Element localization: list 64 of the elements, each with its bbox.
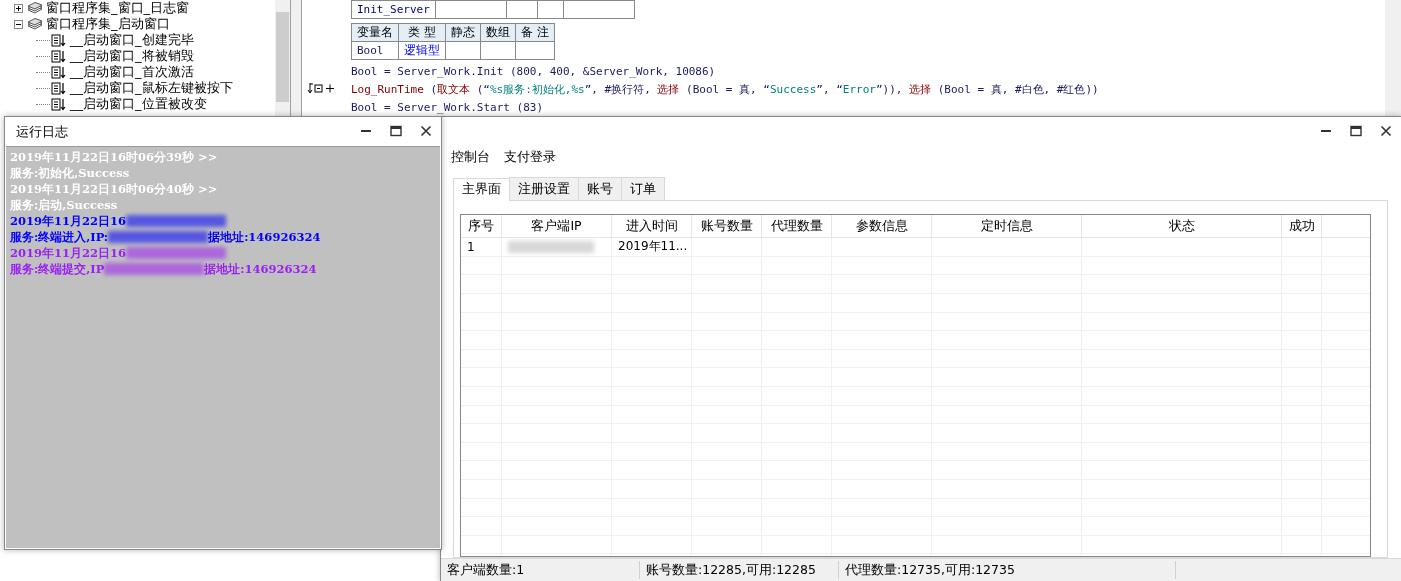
column-header: 静态 bbox=[445, 23, 481, 42]
column-header[interactable]: 账号数量 bbox=[700, 217, 753, 235]
tree-item[interactable]: 窗口程序集_窗口_日志窗 bbox=[46, 0, 189, 17]
document-arrow-icon bbox=[51, 81, 67, 95]
column-header[interactable]: 定时信息 bbox=[980, 217, 1033, 235]
document-arrow-icon bbox=[51, 65, 67, 79]
variable-name: Bool bbox=[351, 41, 399, 60]
tab[interactable]: 账号 bbox=[578, 177, 622, 201]
status-text: 账号数量:12285,可用:12285 bbox=[640, 561, 839, 580]
status-text: 代理数量:12735,可用:12735 bbox=[839, 561, 1176, 580]
scrollbar[interactable] bbox=[1385, 0, 1401, 116]
tab[interactable]: 注册设置 bbox=[509, 177, 579, 201]
tree-item[interactable]: __启动窗口_将被销毁 bbox=[70, 47, 194, 65]
column-header: 数组 bbox=[480, 23, 516, 42]
status-text: 客户端数量:1 bbox=[441, 561, 640, 580]
column-header[interactable]: 参数信息 bbox=[855, 217, 908, 235]
maximize-icon[interactable] bbox=[390, 124, 402, 137]
column-header[interactable]: 进入时间 bbox=[625, 217, 678, 235]
log-text: 2019年11月22日16 bbox=[10, 245, 127, 261]
tree-item[interactable]: __启动窗口_创建完毕 bbox=[70, 31, 194, 49]
window-title: 运行日志 bbox=[16, 122, 69, 141]
document-arrow-icon bbox=[51, 33, 67, 47]
close-icon[interactable] bbox=[420, 124, 432, 137]
log-text: 服务:启动,Success bbox=[10, 197, 118, 213]
sub-name: Init_Server bbox=[351, 0, 436, 19]
tab[interactable]: 订单 bbox=[621, 177, 665, 201]
variable-type: 逻辑型 bbox=[398, 41, 446, 60]
table-cell: 2019年11... bbox=[618, 238, 688, 256]
log-text: 2019年11月22日16 bbox=[10, 213, 127, 229]
code-line: Log_RunTime (取文本 (“%s服务:初始化,%s”, #换行符, 选择 (Bool = 真, “Success”, “Error”)), 选择 (Bool = 真, #白色, #红色)) bbox=[351, 81, 1099, 97]
column-header[interactable]: 客户端IP bbox=[531, 217, 582, 235]
close-icon[interactable] bbox=[1380, 124, 1392, 137]
maximize-icon[interactable] bbox=[1350, 124, 1362, 137]
code-line: Bool = Server_Work.Start (83) bbox=[351, 100, 544, 114]
column-header: 备 注 bbox=[515, 23, 555, 42]
tree-item[interactable]: __启动窗口_位置被改变 bbox=[70, 95, 207, 113]
log-text: 2019年11月22日16时06分40秒 >> bbox=[10, 181, 218, 197]
column-header[interactable]: 序号 bbox=[468, 217, 494, 235]
column-header[interactable]: 成功 bbox=[1288, 217, 1315, 235]
log-text: 服务:初始化,Success bbox=[10, 165, 130, 181]
log-text: 服务:终端提交,IP bbox=[10, 261, 105, 277]
tree-item[interactable]: __启动窗口_鼠标左键被按下 bbox=[70, 79, 233, 97]
table-cell: 1 bbox=[467, 240, 475, 254]
scrollbar[interactable] bbox=[275, 0, 290, 116]
tree-item[interactable]: __启动窗口_首次激活 bbox=[70, 63, 194, 81]
code-line: Bool = Server_Work.Init (800, 400, &Server_Work, 10086) bbox=[351, 64, 716, 78]
document-arrow-icon bbox=[51, 97, 67, 111]
tab[interactable]: 主界面 bbox=[453, 178, 510, 202]
log-text: 服务:终端进入,IP: bbox=[10, 229, 109, 245]
document-arrow-icon bbox=[51, 49, 67, 63]
collapse-icon[interactable] bbox=[14, 19, 23, 29]
tree-item[interactable]: 窗口程序集_启动窗口 bbox=[46, 15, 170, 33]
log-text: 据地址:146926324 bbox=[204, 261, 317, 277]
column-header: 变量名 bbox=[351, 23, 399, 42]
menu-item[interactable]: 支付登录 bbox=[504, 148, 556, 167]
menu-item[interactable]: 控制台 bbox=[451, 148, 490, 167]
expand-icon[interactable] bbox=[14, 3, 23, 13]
column-header: 类 型 bbox=[398, 23, 446, 42]
column-header[interactable]: 代理数量 bbox=[770, 217, 823, 235]
log-text: 据地址:146926324 bbox=[208, 229, 321, 245]
log-text: 2019年11月22日16时06分39秒 >> bbox=[10, 149, 218, 165]
book-stack-icon bbox=[27, 17, 43, 31]
breakpoint-marker-icon[interactable] bbox=[307, 82, 337, 95]
column-header[interactable]: 状态 bbox=[1168, 217, 1195, 235]
